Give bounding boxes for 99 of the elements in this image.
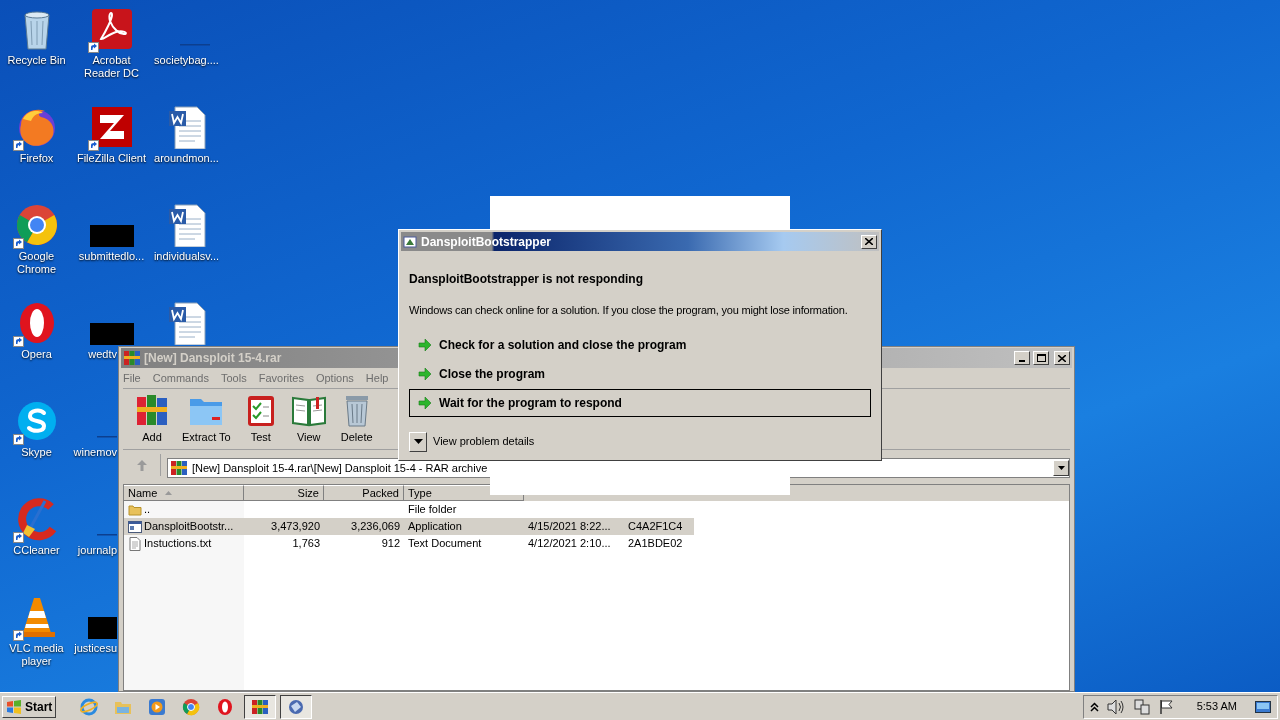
file-row[interactable]: .. File folder <box>124 501 694 518</box>
details-link[interactable]: View problem details <box>433 433 535 450</box>
menu-item[interactable]: Options <box>315 369 354 387</box>
folder-icon <box>128 502 142 517</box>
up-arrow-icon <box>136 459 147 471</box>
column-header[interactable]: Size <box>244 485 324 501</box>
flag-icon[interactable] <box>1158 698 1175 715</box>
windows-flag-icon <box>6 699 22 714</box>
desktop-icon-label[interactable]: VLC media player <box>0 642 74 668</box>
column-header[interactable]: Packed <box>324 485 404 501</box>
desktop-icon-label[interactable]: FileZilla Client <box>76 152 147 165</box>
command-link[interactable]: Check for a solution and close the program <box>409 330 871 359</box>
browser-e-icon <box>80 697 99 716</box>
arrow-icon <box>418 366 432 381</box>
show-desktop-icon[interactable] <box>1255 700 1271 713</box>
desktop-icon-label[interactable]: Google Chrome <box>0 250 74 276</box>
taskbar-button[interactable] <box>244 694 277 719</box>
table-cell-text: 2A1BDE02 <box>628 536 683 552</box>
close-icon <box>865 238 873 245</box>
dialog-message: Windows can check online for a solution. If you close the program, you might lose information. <box>409 303 849 318</box>
table-cell-text: 3,473,920 <box>271 519 320 535</box>
menu-item[interactable]: Help <box>365 369 389 387</box>
desktop-icon-label[interactable]: submittedlo... <box>78 250 145 263</box>
table-cell-text: Application <box>408 519 462 535</box>
desktop-icon-label[interactable]: winemov <box>73 446 117 459</box>
menu-item[interactable]: Commands <box>152 369 209 387</box>
taskbar-button[interactable] <box>280 694 313 719</box>
window-title: [New] Dansploit 15-4.rar <box>144 350 282 367</box>
expand-button[interactable] <box>409 431 427 452</box>
caret-icon <box>1057 466 1065 470</box>
table-cell-text: C4A2F1C4 <box>628 519 683 535</box>
media-player-icon <box>148 697 167 716</box>
minimize-button[interactable] <box>1014 351 1030 365</box>
table-cell-text: File folder <box>408 502 457 518</box>
start-button[interactable]: Start <box>2 695 57 718</box>
clock[interactable]: 5:53 AM <box>1196 698 1237 715</box>
desktop-icon-label[interactable]: CCleaner <box>13 544 60 557</box>
browser-wheel-icon <box>14 203 59 247</box>
table-cell-text: 4/12/2021 2:10... <box>528 536 611 552</box>
file-row[interactable]: DansploitBootstr... 3,473,920 3,236,069 Application 4/15/2021 8:22... C4A2F1C4 <box>124 518 694 535</box>
menu-item[interactable]: File <box>123 369 141 387</box>
desktop-icon-label[interactable]: aroundmon... <box>154 152 219 165</box>
pdf-reader-icon <box>89 7 134 51</box>
command-link[interactable]: Close the program <box>409 359 871 388</box>
column-header[interactable]: Name <box>124 485 244 501</box>
text-file-icon <box>128 536 142 551</box>
close-button[interactable] <box>861 234 877 249</box>
desktop-icon-label[interactable]: Acrobat Reader DC <box>74 54 149 80</box>
file-row[interactable]: Instuctions.txt 1,763 912 Text Document 4/12/2021 2:10... 2A1BDE02 <box>124 535 694 552</box>
arrow-icon <box>418 395 432 410</box>
desktop-icon-label[interactable]: justicesu <box>74 642 117 655</box>
desktop-icon-label[interactable]: Firefox <box>19 152 54 165</box>
close-icon <box>1058 354 1066 362</box>
books-stack-icon <box>170 459 188 477</box>
toolbar-button[interactable]: Test <box>239 392 282 446</box>
desktop-icon-label[interactable]: individualsv... <box>153 250 220 263</box>
table-cell-text: Text Document <box>408 536 482 552</box>
menu-item[interactable]: Favorites <box>258 369 304 387</box>
browser-wheel-icon <box>182 697 201 716</box>
books-stack-icon <box>123 349 141 367</box>
desktop-icon-label[interactable]: Recycle Bin <box>7 54 66 67</box>
desktop-icon-label[interactable]: societybag.... <box>154 54 219 67</box>
application-icon <box>128 519 142 534</box>
close-button[interactable] <box>1054 351 1070 365</box>
maximize-button[interactable] <box>1033 351 1049 365</box>
table-cell-text: Instuctions.txt <box>144 536 212 552</box>
speaker-icon[interactable] <box>1106 698 1125 715</box>
table-cell-text: DansploitBootstr... <box>144 519 234 535</box>
maximize-icon <box>1036 354 1046 362</box>
sort-arrow-icon <box>165 491 173 495</box>
toolbar-button[interactable]: View <box>287 392 330 446</box>
app-window-icon <box>403 234 417 249</box>
table-cell-text: 3,236,069 <box>351 519 400 535</box>
toolbar-button[interactable]: Add <box>131 392 173 446</box>
books-stack-icon <box>251 697 270 716</box>
arrow-icon <box>418 337 432 352</box>
dropdown-button[interactable] <box>1053 460 1069 476</box>
table-cell-text: .. <box>144 502 151 518</box>
zigzag-logo-icon <box>89 105 134 149</box>
desktop-icon-label[interactable]: journalp <box>77 544 117 557</box>
books-stack-icon <box>134 392 170 427</box>
column-header[interactable]: Type <box>404 485 524 501</box>
toolbar-button[interactable]: Delete <box>335 392 378 446</box>
desktop-icon-label[interactable]: wedtv <box>88 348 117 361</box>
caret-icon <box>413 439 423 444</box>
desktop-icon-label[interactable]: Skype <box>21 446 52 459</box>
table-cell-text: 912 <box>381 536 400 552</box>
chevron-up-icon[interactable] <box>1089 701 1099 712</box>
menu-item[interactable]: Tools <box>221 369 247 387</box>
table-cell-text: 4/15/2021 8:22... <box>528 519 611 535</box>
app-globe-icon <box>287 697 306 716</box>
table-cell-text: 1,763 <box>292 536 320 552</box>
toolbar-button[interactable]: Extract To <box>179 392 234 446</box>
dialog-heading: DansploitBootstrapper is not responding <box>409 271 644 288</box>
desktop-icon-label[interactable]: Opera <box>21 348 52 361</box>
ring-icon <box>216 697 235 716</box>
minimize-icon <box>1019 360 1025 362</box>
command-link[interactable]: Wait for the program to respond <box>409 388 871 417</box>
network-icon[interactable] <box>1132 698 1151 715</box>
